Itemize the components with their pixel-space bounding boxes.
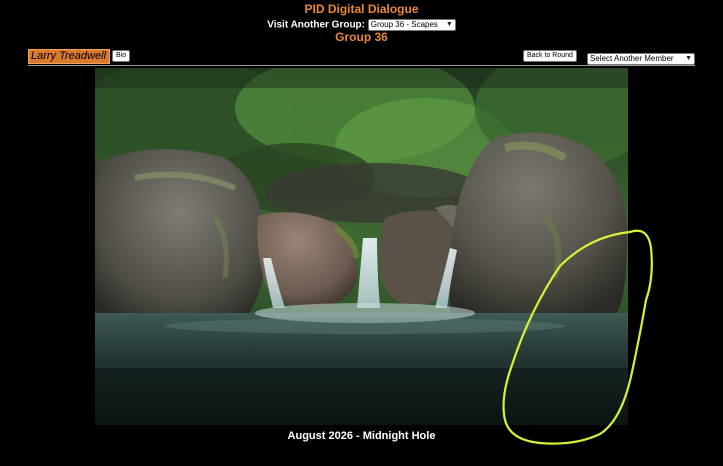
page: PID Digital Dialogue Visit Another Group… [0, 0, 723, 466]
site-title: PID Digital Dialogue [304, 2, 419, 16]
image-caption: August 2026 - Midnight Hole [287, 430, 436, 442]
waterfall-photo [95, 68, 628, 425]
chevron-down-icon: ▼ [685, 54, 692, 62]
member-image-select[interactable]: Select Another Member Image ▼ [587, 52, 695, 73]
divider [28, 65, 695, 66]
member-name[interactable]: Larry Treadwell [28, 49, 110, 64]
visit-group-label: Visit Another Group: [267, 19, 365, 31]
group-heading: Group 36 [335, 30, 388, 44]
group-select-value: Group 36 - Scapes [370, 20, 438, 29]
bio-button[interactable]: Bio [112, 50, 131, 62]
back-to-round-button[interactable]: Back to Round [523, 50, 577, 62]
chevron-down-icon: ▼ [445, 21, 453, 28]
member-bar: Larry Treadwell Bio Back to Round Select… [28, 49, 695, 73]
photo-illustration [95, 68, 628, 425]
